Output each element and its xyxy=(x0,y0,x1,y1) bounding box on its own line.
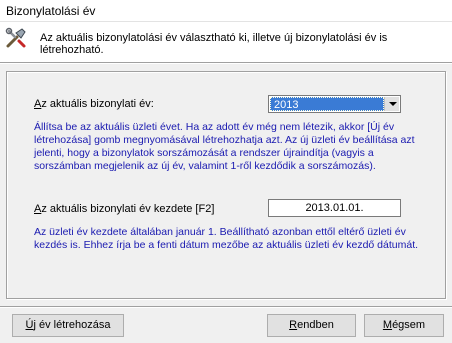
header-panel: Az aktuális bizonylatolási év választhat… xyxy=(0,22,452,62)
chevron-down-icon[interactable] xyxy=(384,97,399,111)
header-description: Az aktuális bizonylatolási év választhat… xyxy=(40,32,388,56)
start-date-help-text: Az üzleti év kezdete általában január 1.… xyxy=(34,226,419,251)
year-help-text: Állítsa be az aktuális üzleti évet. Ha a… xyxy=(34,121,415,172)
footer-separator xyxy=(0,306,452,308)
cancel-button[interactable]: Mégsem xyxy=(364,314,444,337)
start-date-label: Az aktuális bizonylati év kezdete [F2] xyxy=(34,203,215,215)
new-year-button[interactable]: Új év létrehozása xyxy=(12,314,124,337)
title-bar: Bizonylatolási év xyxy=(0,0,452,22)
year-label: Az aktuális bizonylati év: xyxy=(34,98,154,110)
year-select[interactable]: 2013 xyxy=(268,95,401,113)
header-separator xyxy=(0,62,452,64)
ok-button[interactable]: Rendben xyxy=(267,314,356,337)
start-date-field[interactable]: 2013.01.01. xyxy=(268,199,401,217)
window-title: Bizonylatolási év xyxy=(6,4,96,18)
year-select-value: 2013 xyxy=(270,97,384,111)
tools-icon xyxy=(5,27,27,49)
